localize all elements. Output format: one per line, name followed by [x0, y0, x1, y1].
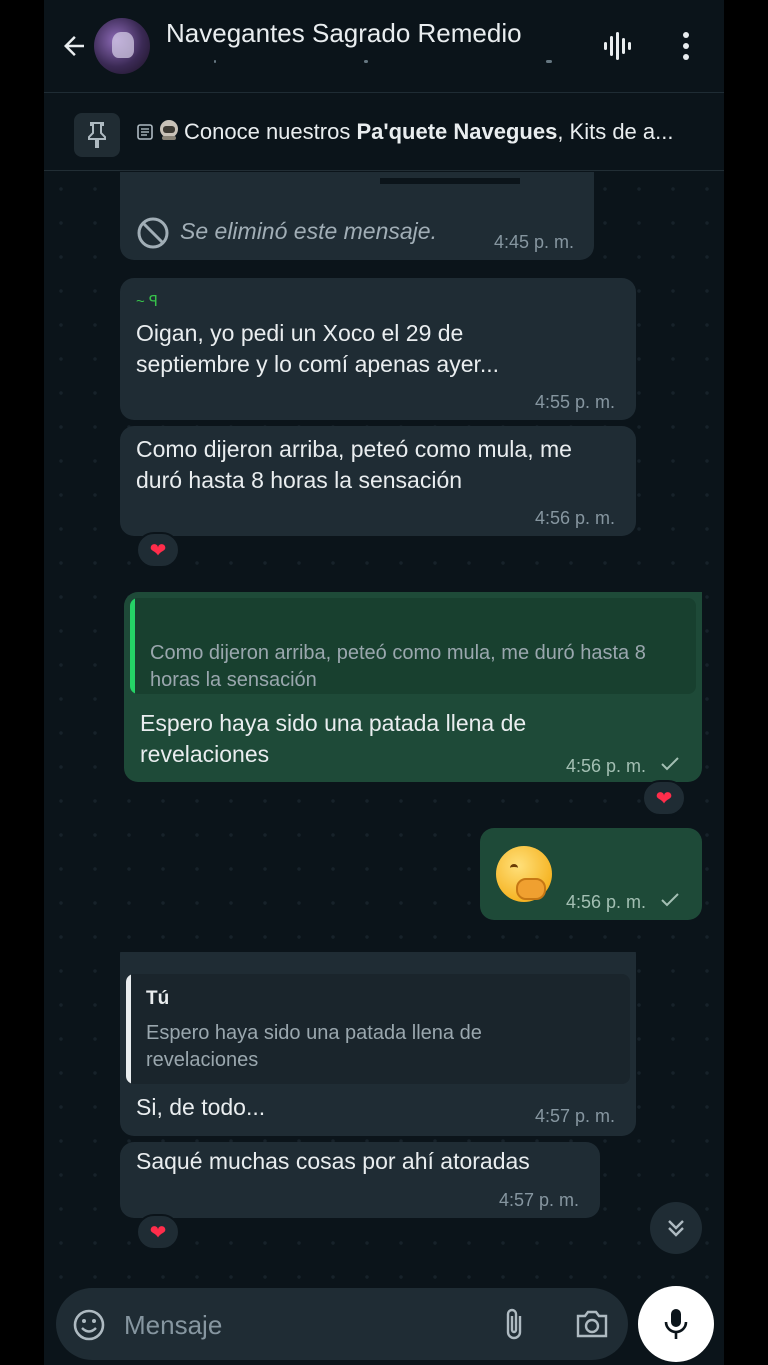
pinned-text-before: Conoce nuestros — [184, 119, 357, 144]
message-incoming[interactable]: ~ ꟼ Oigan, yo pedi un Xoco el 29 de sept… — [120, 278, 636, 420]
message-text: Espero haya sido una patada llena de rev… — [140, 710, 527, 767]
quoted-message[interactable]: Como dijeron arriba, peteó como mula, me… — [130, 598, 696, 694]
group-avatar[interactable] — [94, 18, 150, 74]
message-text: Si, de todo... — [136, 1094, 266, 1120]
voice-chat-button[interactable] — [600, 28, 636, 64]
reaction-heart[interactable]: ❤ — [642, 780, 686, 816]
arrow-left-icon — [64, 36, 84, 56]
pinned-message-text: Conoce nuestros Pa'quete Navegues, Kits … — [136, 119, 673, 145]
more-vert-icon — [683, 32, 689, 60]
voice-message-button[interactable] — [638, 1286, 714, 1362]
reaction-heart[interactable]: ❤ — [136, 1214, 180, 1250]
message-time: 4:57 p. m. — [499, 1190, 580, 1210]
message-sender: ~ ꟼ — [136, 293, 158, 310]
redaction-mark — [120, 940, 636, 952]
pinned-text-after: , Kits de a... — [557, 119, 674, 144]
group-participants-subtitle — [166, 56, 566, 72]
message-deleted[interactable]: Se eliminó este mensaje. 4:45 p. m. — [120, 172, 594, 260]
message-incoming[interactable]: Tú Espero haya sido una patada llena de … — [120, 940, 636, 1136]
double-chevron-down-icon — [668, 1220, 684, 1237]
message-time: 4:57 p. m. — [535, 1106, 616, 1126]
more-options-button[interactable] — [668, 28, 704, 64]
quote-bar — [130, 598, 135, 694]
message-time: 4:56 p. m. — [566, 892, 647, 912]
document-icon — [137, 124, 153, 140]
emoji-icon[interactable] — [72, 1308, 106, 1342]
deleted-message-text: Se eliminó este mensaje. — [180, 218, 437, 244]
microphone-icon — [664, 1309, 688, 1339]
message-time: 4:55 p. m. — [535, 392, 616, 412]
message-input-field[interactable]: Mensaje — [56, 1288, 628, 1360]
pin-icon — [88, 122, 106, 148]
astronaut-emoji-icon — [160, 120, 178, 140]
voice-chat-icon — [604, 32, 631, 60]
message-input-placeholder[interactable]: Mensaje — [124, 1310, 222, 1341]
pinned-text-bold: Pa'quete Navegues — [356, 119, 558, 144]
scroll-to-bottom-button[interactable] — [650, 1202, 702, 1254]
pin-button[interactable] — [74, 113, 120, 157]
message-input-bar: Mensaje — [44, 1280, 724, 1365]
message-time: 4:56 p. m. — [535, 508, 616, 528]
message-time: 4:45 p. m. — [494, 232, 575, 252]
message-text: Como dijeron arriba, peteó como mula, me… — [136, 436, 572, 493]
quoted-message-text: Como dijeron arriba, peteó como mula, me… — [150, 642, 646, 691]
message-text: Oigan, yo pedi un Xoco el 29 de septiemb… — [136, 320, 500, 377]
redaction-mark — [380, 178, 520, 184]
group-title[interactable]: Navegantes Sagrado Remedio — [166, 18, 522, 49]
message-time: 4:56 p. m. — [566, 756, 647, 776]
whatsapp-chat-window: Navegantes Sagrado Remedio Conoce nuestr… — [44, 0, 724, 1365]
quoted-message[interactable]: Tú Espero haya sido una patada llena de … — [126, 974, 630, 1084]
chat-header: Navegantes Sagrado Remedio — [44, 0, 724, 92]
message-text: Saqué muchas cosas por ahí atoradas — [136, 1148, 530, 1174]
message-incoming[interactable]: Como dijeron arriba, peteó como mula, me… — [120, 426, 636, 536]
face-with-hand-over-mouth-emoji — [496, 846, 552, 902]
reaction-heart[interactable]: ❤ — [136, 532, 180, 568]
blocked-icon — [137, 217, 169, 249]
pinned-message-bar[interactable]: Conoce nuestros Pa'quete Navegues, Kits … — [44, 93, 724, 171]
quoted-message-text: Espero haya sido una patada llena de rev… — [146, 1022, 482, 1071]
message-outgoing[interactable]: Como dijeron arriba, peteó como mula, me… — [124, 592, 702, 782]
quoted-sender: Tú — [146, 988, 170, 1009]
quote-bar — [126, 974, 131, 1084]
attach-clip-icon[interactable] — [500, 1306, 530, 1342]
message-incoming[interactable]: Saqué muchas cosas por ahí atoradas 4:57… — [120, 1142, 600, 1218]
sent-check-icon — [661, 893, 679, 907]
chat-messages-area[interactable]: Se eliminó este mensaje. 4:45 p. m. ~ ꟼ … — [44, 172, 724, 1280]
back-button[interactable] — [58, 28, 90, 64]
sent-check-icon — [661, 757, 679, 771]
message-outgoing-emoji[interactable]: 4:56 p. m. — [480, 828, 702, 920]
camera-icon[interactable] — [574, 1308, 610, 1340]
